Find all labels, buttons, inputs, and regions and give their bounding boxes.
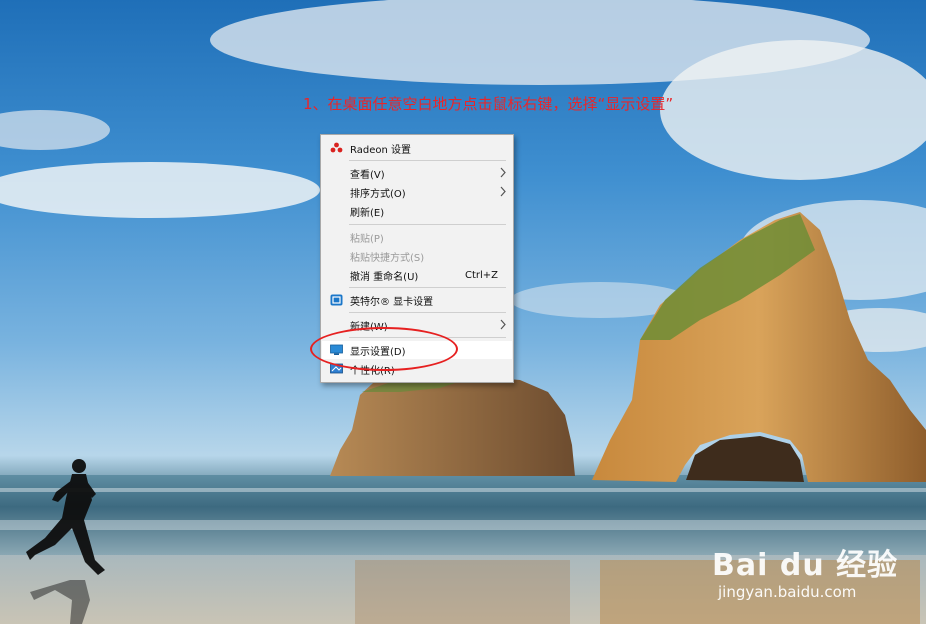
menu-separator — [349, 224, 506, 225]
menu-separator — [349, 312, 506, 313]
menu-separator — [349, 337, 506, 338]
menu-item-label: 撤消 重命名(U) — [350, 271, 419, 283]
baidu-jingyan-logo: Bai du 经验 — [712, 548, 899, 583]
menu-item-view[interactable]: 查看(V) — [322, 164, 512, 182]
menu-item-label: 个性化(R) — [350, 365, 395, 377]
menu-item-label: 英特尔® 显卡设置 — [350, 296, 434, 308]
chevron-right-icon — [500, 186, 506, 197]
menu-separator — [349, 287, 506, 288]
menu-item-label: 排序方式(O) — [350, 188, 406, 200]
instruction-text: 1、在桌面任意空白地方点击鼠标右键，选择“显示设置” — [303, 95, 674, 113]
menu-item-radeon-settings[interactable]: Radeon 设置 — [322, 139, 512, 157]
menu-item-paste-shortcut: 粘贴快捷方式(S) — [322, 247, 512, 265]
menu-item-label: 粘贴(P) — [350, 233, 384, 245]
menu-item-sort-by[interactable]: 排序方式(O) — [322, 183, 512, 201]
radeon-icon — [330, 142, 343, 153]
menu-item-personalize[interactable]: 个性化(R) — [322, 360, 512, 378]
watermark-url: jingyan.baidu.com — [718, 583, 857, 601]
menu-item-label: 刷新(E) — [350, 207, 385, 219]
menu-item-label: Radeon 设置 — [350, 144, 411, 156]
menu-item-undo-rename[interactable]: 撤消 重命名(U) Ctrl+Z — [322, 266, 512, 284]
menu-item-refresh[interactable]: 刷新(E) — [322, 202, 512, 220]
personalize-icon — [330, 363, 343, 374]
menu-item-display-settings[interactable]: 显示设置(D) — [322, 341, 512, 359]
menu-separator — [349, 160, 506, 161]
chevron-right-icon — [500, 319, 506, 330]
menu-item-paste: 粘贴(P) — [322, 228, 512, 246]
desktop[interactable]: 1、在桌面任意空白地方点击鼠标右键，选择“显示设置” Radeon 设置 查看(… — [0, 0, 926, 624]
menu-item-label: 查看(V) — [350, 169, 385, 181]
chevron-right-icon — [500, 167, 506, 178]
display-settings-icon — [330, 344, 343, 355]
menu-item-new[interactable]: 新建(W) — [322, 316, 512, 334]
menu-item-label: 粘贴快捷方式(S) — [350, 252, 425, 264]
menu-item-shortcut: Ctrl+Z — [464, 269, 498, 281]
menu-item-label: 新建(W) — [350, 321, 388, 333]
desktop-context-menu[interactable]: Radeon 设置 查看(V) 排序方式(O) 刷新(E) 粘贴(P) 粘贴快捷… — [320, 134, 514, 383]
menu-item-intel-graphics-settings[interactable]: 英特尔® 显卡设置 — [322, 291, 512, 309]
intel-graphics-icon — [330, 294, 343, 306]
menu-item-label: 显示设置(D) — [350, 346, 406, 358]
